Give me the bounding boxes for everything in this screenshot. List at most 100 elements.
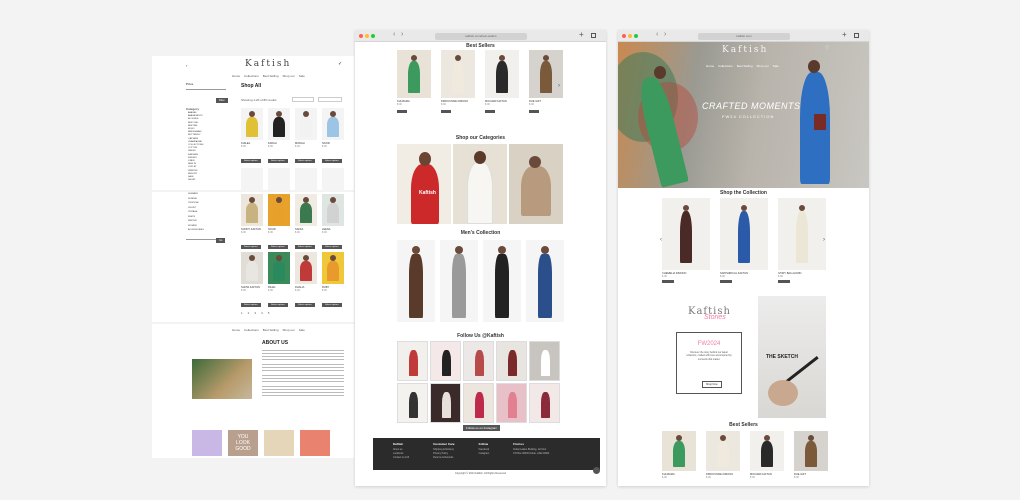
collection-prev-icon[interactable]: ‹ (660, 237, 662, 243)
product-card[interactable]: SAFFA $ 00 Select options (295, 194, 317, 252)
minimize-dot[interactable] (365, 34, 369, 38)
collection-next-icon[interactable]: › (823, 237, 825, 243)
product-card[interactable]: KHUZAMA $ 00 (397, 50, 431, 106)
nav-best[interactable]: Best Selling (263, 74, 279, 78)
product-image[interactable] (778, 198, 826, 270)
nav-sale[interactable]: Sale (299, 74, 305, 78)
new-tab-icon[interactable]: + (579, 30, 584, 39)
footer-link[interactable]: About us (393, 448, 409, 451)
search-button[interactable]: Go (216, 238, 226, 243)
product-thumb-partial[interactable] (295, 168, 317, 190)
product-image[interactable] (241, 108, 263, 140)
product-image[interactable] (268, 252, 290, 284)
instagram-post[interactable] (496, 383, 527, 423)
instagram-post[interactable] (529, 341, 560, 381)
mens-product-image[interactable] (526, 240, 564, 322)
close-dot-right[interactable] (622, 34, 626, 38)
maximize-dot-right[interactable] (634, 34, 638, 38)
product-image[interactable] (241, 252, 263, 284)
mens-product-image[interactable] (483, 240, 521, 322)
brand-logo[interactable]: Kaftish (245, 59, 291, 69)
footer-link[interactable]: Facebook (479, 448, 490, 451)
select-options-button[interactable]: Select options (322, 245, 342, 249)
search-field[interactable] (186, 236, 216, 240)
product-image[interactable] (720, 198, 768, 270)
add-to-cart-button[interactable] (720, 280, 732, 283)
menu-icon[interactable]: ‹ (186, 63, 187, 68)
mens-product-image[interactable] (397, 240, 435, 322)
new-tab-icon-right[interactable]: + (842, 30, 847, 39)
product-card[interactable]: CHEMELIA KIMONO $ 00 (662, 198, 710, 278)
select-options-button[interactable]: Select options (241, 303, 261, 307)
product-card[interactable]: NOUR $ 00 Select options (268, 194, 290, 252)
filter-select[interactable] (318, 97, 342, 102)
about-nav-home[interactable]: Home (232, 328, 240, 332)
instagram-post[interactable] (529, 383, 560, 423)
select-options-button[interactable]: Select options (322, 303, 342, 307)
category-link[interactable]: SHORT (188, 179, 203, 182)
product-image[interactable] (794, 431, 828, 471)
sort-select[interactable] (292, 97, 314, 102)
product-thumb-partial[interactable] (268, 168, 290, 190)
product-image[interactable] (295, 252, 317, 284)
product-card[interactable]: SUNNY KAFTAN $ 00 Select options (241, 194, 263, 252)
product-card[interactable]: SHOW KAFTAN $ 00 Select options (241, 252, 263, 310)
category-tile-1[interactable]: Kaftish (397, 144, 451, 224)
about-nav-sale[interactable]: Sale (299, 328, 305, 332)
instagram-post[interactable] (463, 383, 494, 423)
instagram-button[interactable]: Follow us on Instagram (463, 425, 501, 431)
product-image[interactable] (750, 431, 784, 471)
product-card[interactable]: DUE GIFT $ 00 (794, 431, 828, 479)
select-options-button[interactable]: Select options (268, 303, 288, 307)
product-card[interactable]: KHILEA $ 00 Select options (241, 108, 263, 166)
category-tile-2[interactable] (453, 144, 507, 224)
price-slider[interactable] (186, 89, 226, 90)
nav-home[interactable]: Home (232, 74, 240, 78)
back-icon[interactable]: ‹ (393, 31, 395, 38)
mens-product-image[interactable] (440, 240, 478, 322)
product-image[interactable] (322, 194, 344, 226)
nav-shop[interactable]: Shop our (283, 74, 295, 78)
chat-icon[interactable] (593, 467, 600, 474)
product-card[interactable]: DUE GIFT $ 00 (529, 50, 563, 106)
product-card[interactable]: MOUJER KAFTAN $ 00 (485, 50, 519, 106)
add-to-cart-button[interactable] (662, 280, 674, 283)
hero-nav-shop[interactable]: Shop our (757, 64, 769, 68)
address-bar-right[interactable]: kaftish.com (698, 32, 790, 40)
instagram-post[interactable] (463, 341, 494, 381)
add-to-cart-button[interactable] (485, 110, 495, 113)
instagram-post[interactable] (430, 383, 461, 423)
maximize-dot[interactable] (371, 34, 375, 38)
category-tile-3[interactable] (509, 144, 563, 224)
page-link[interactable]: 4 (261, 311, 263, 315)
product-image[interactable] (295, 108, 317, 140)
product-thumb-partial[interactable] (322, 168, 344, 190)
product-image[interactable] (241, 194, 263, 226)
footer-link[interactable]: Shipping & Delivery (433, 448, 455, 451)
about-nav-collections[interactable]: Collections (244, 328, 259, 332)
add-to-cart-button[interactable] (529, 110, 539, 113)
product-image[interactable] (441, 50, 475, 98)
product-image[interactable] (397, 50, 431, 98)
product-thumb-partial[interactable] (241, 168, 263, 190)
cart-icon[interactable]: ✓ (338, 61, 342, 67)
product-image[interactable] (322, 252, 344, 284)
product-card[interactable]: LEENA $ 00 Select options (322, 194, 344, 252)
carousel-next-icon[interactable]: › (558, 83, 560, 89)
footer-link[interactable]: Returns & Refunds (433, 456, 455, 459)
add-to-cart-button[interactable] (397, 110, 407, 113)
footer-link[interactable]: Contact us 123 (393, 456, 409, 459)
product-card[interactable]: FARAH $ 00 Select options (268, 108, 290, 166)
product-image[interactable] (485, 50, 519, 98)
select-options-button[interactable]: Select options (268, 159, 288, 163)
footer-link[interactable]: Lookbook (393, 452, 409, 455)
select-options-button[interactable]: Select options (268, 245, 288, 249)
product-card[interactable]: IVORY BALLGOWN $ 00 (778, 198, 826, 278)
product-image[interactable] (706, 431, 740, 471)
product-card[interactable]: RUBY $ 00 Select options (322, 252, 344, 310)
hero-nav-home[interactable]: Home (706, 64, 714, 68)
product-card[interactable]: SAPPHIRICAL KAFTAN $ 00 (720, 198, 768, 278)
page-link[interactable]: 5 (268, 311, 270, 315)
instagram-post[interactable] (397, 341, 428, 381)
forward-icon[interactable]: › (401, 31, 403, 38)
